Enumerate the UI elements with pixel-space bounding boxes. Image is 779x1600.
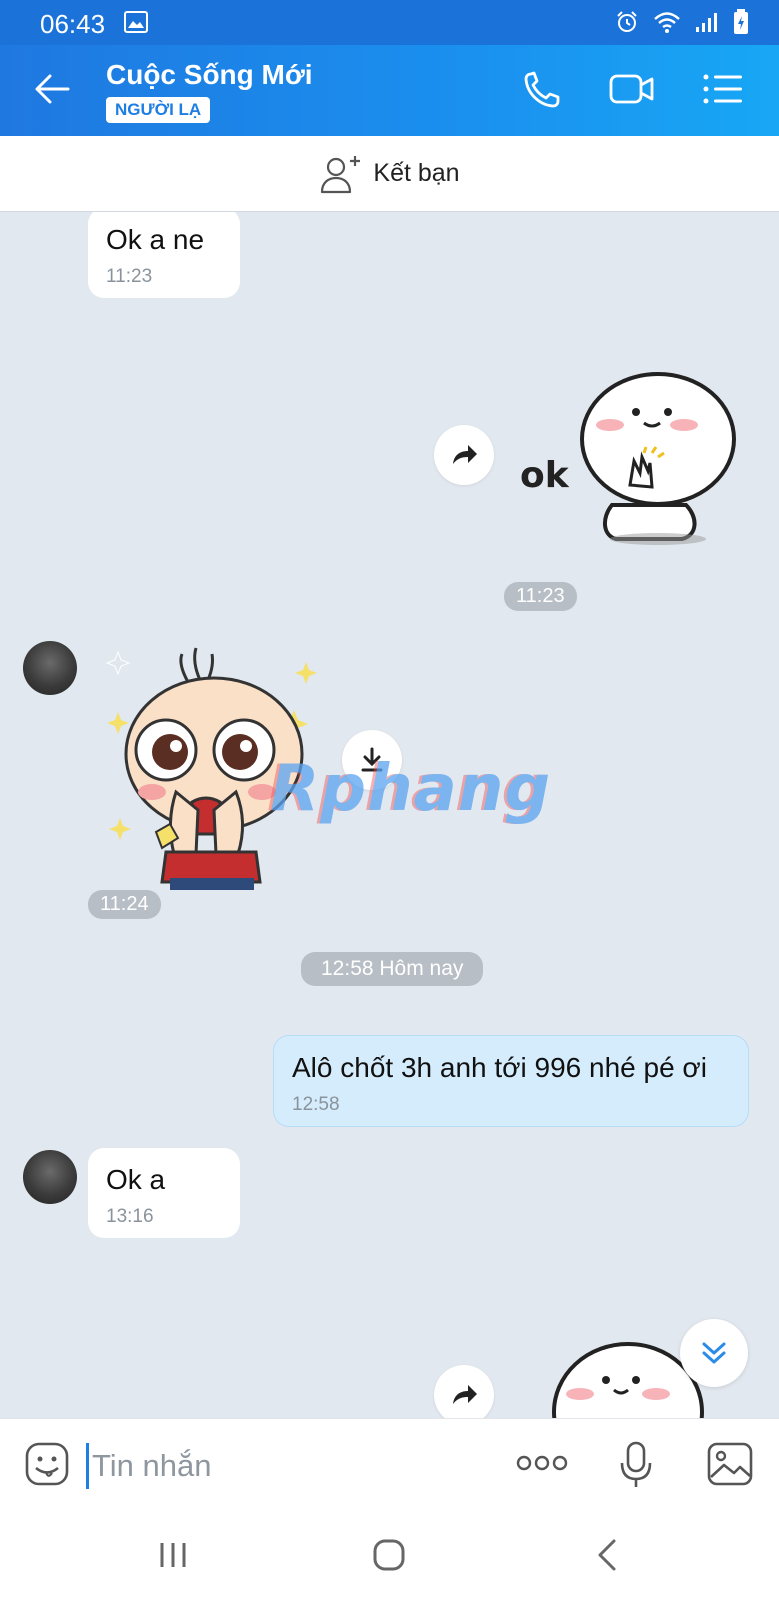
share-arrow-icon: [453, 445, 477, 464]
message-text: Ok a ne: [106, 224, 205, 255]
text-caret: [86, 1443, 89, 1489]
status-bar: 06:43: [0, 0, 779, 45]
home-icon: [373, 1539, 405, 1571]
message-input[interactable]: [92, 1441, 472, 1491]
message-text: Ok a: [106, 1164, 166, 1195]
incoming-message[interactable]: Ok a 13:16: [88, 1148, 240, 1238]
contact-name[interactable]: Cuộc Sống Mới: [106, 59, 313, 91]
share-button[interactable]: [434, 425, 494, 485]
message-time: 11:23: [106, 266, 153, 287]
message-time: 11:24: [88, 890, 161, 919]
wifi-icon: [654, 12, 680, 33]
alarm-icon: [617, 11, 637, 32]
scroll-to-bottom-button[interactable]: [680, 1319, 748, 1387]
chat-header: Cuộc Sống Mới NGƯỜI LẠ: [0, 45, 779, 136]
back-arrow-icon[interactable]: [30, 67, 74, 111]
recent-apps-icon: [160, 1543, 186, 1567]
outgoing-message[interactable]: Alô chốt 3h anh tới 996 nhé pé ơi 12:58: [273, 1035, 749, 1127]
battery-icon: [734, 9, 748, 34]
date-separator: 12:58 Hôm nay: [301, 952, 484, 986]
sticker-text: ok: [520, 455, 570, 496]
more-options-icon[interactable]: [516, 1453, 568, 1473]
video-call-icon[interactable]: [608, 67, 656, 111]
avatar[interactable]: [23, 1150, 77, 1204]
share-button[interactable]: [434, 1365, 494, 1418]
message-text: Alô chốt 3h anh tới 996 nhé pé ơi: [292, 1052, 708, 1083]
watermark-logo: Rphang: [270, 752, 552, 826]
recent-apps-button[interactable]: [148, 1532, 198, 1578]
message-list[interactable]: Ok a ne 11:23 ok 11:23 11:24 Rphang 12:5…: [0, 212, 779, 1418]
back-chevron-icon: [598, 1539, 616, 1571]
message-time: 13:16: [106, 1206, 154, 1227]
add-friend-bar[interactable]: Kết bạn: [0, 136, 779, 212]
back-button[interactable]: [582, 1532, 632, 1578]
phone-call-icon[interactable]: [520, 67, 568, 111]
gallery-icon: [124, 11, 148, 33]
double-chevron-down-icon: [702, 1342, 726, 1364]
stranger-badge: NGƯỜI LẠ: [106, 97, 211, 123]
signal-icon: [696, 13, 717, 32]
system-nav-bar: [0, 1510, 779, 1600]
status-time: 06:43: [40, 9, 106, 39]
image-picker-icon[interactable]: [706, 1441, 754, 1487]
incoming-message[interactable]: Ok a ne 11:23: [88, 212, 240, 298]
ok-blob-sticker[interactable]: ok: [518, 367, 738, 547]
message-time: 12:58: [292, 1094, 340, 1115]
avatar[interactable]: [23, 641, 77, 695]
message-input-bar: [0, 1418, 779, 1510]
menu-list-icon[interactable]: [700, 67, 748, 111]
microphone-icon[interactable]: [618, 1441, 654, 1489]
add-friend-label: Kết bạn: [373, 159, 460, 187]
add-friend-icon: [321, 155, 361, 193]
share-arrow-icon: [453, 1385, 477, 1404]
home-button[interactable]: [364, 1532, 414, 1578]
emoji-sticker-icon[interactable]: [24, 1441, 70, 1487]
message-time: 11:23: [504, 582, 577, 611]
